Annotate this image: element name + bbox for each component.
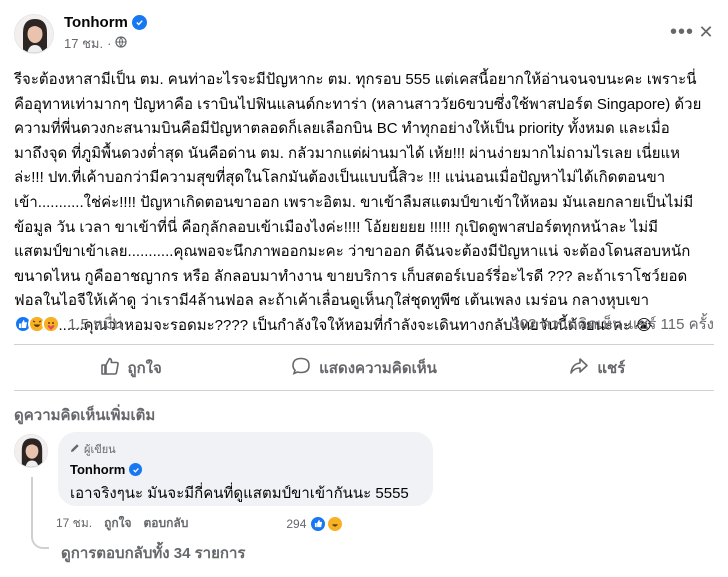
close-icon[interactable]: ✕ <box>696 18 716 46</box>
author-badge: ผู้เขียน <box>70 440 421 458</box>
globe-icon <box>115 36 128 51</box>
separator-dot: · <box>107 36 112 51</box>
like-label: ถูกใจ <box>127 360 162 377</box>
comment-time[interactable]: 17 ชม. <box>56 514 92 533</box>
care-reaction-icon <box>42 315 60 333</box>
comment-icon <box>291 356 311 380</box>
commenter-avatar[interactable] <box>14 434 48 468</box>
comment-author-name[interactable]: Tonhorm <box>70 462 125 477</box>
author-name[interactable]: Tonhorm <box>64 14 128 31</box>
comment-reaction-count: 294 <box>286 516 307 531</box>
view-replies-link[interactable]: ดูการตอบกลับทั้ง 34 รายการ <box>61 541 245 565</box>
comment-bubble: ผู้เขียน Tonhorm เอาจริงๆนะ มันจะมีกี่คน… <box>58 432 433 506</box>
author-badge-label: ผู้เขียน <box>84 444 116 456</box>
share-button[interactable]: แชร์ <box>481 350 714 386</box>
haha-reaction-icon <box>327 515 344 532</box>
view-more-comments[interactable]: ดูความคิดเห็นเพิ่มเติม <box>14 403 155 427</box>
like-button[interactable]: ถูกใจ <box>14 350 247 386</box>
author-avatar[interactable] <box>14 14 54 54</box>
post-actions: ถูกใจ แสดงความคิดเห็น แชร์ <box>14 350 714 386</box>
post-header: Tonhorm 17 ชม. · ••• ✕ <box>14 12 714 56</box>
divider <box>14 344 714 345</box>
share-icon <box>569 356 589 380</box>
share-label: แชร์ <box>597 360 626 377</box>
like-reaction-icon <box>310 515 327 532</box>
comment-reply-button[interactable]: ตอบกลับ <box>144 514 189 533</box>
like-icon <box>100 356 120 380</box>
comment-label: แสดงความคิดเห็น <box>319 360 437 377</box>
post-time[interactable]: 17 ชม. <box>64 33 103 54</box>
comment-count[interactable]: 302 ความคิดเห็น <box>511 312 622 336</box>
comment-actions: 17 ชม. ถูกใจ ตอบกลับ 294 <box>56 514 344 533</box>
comment-text: เอาจริงๆนะ มันจะมีกี่คนที่ดูแสตมป์ขาเข้า… <box>70 485 409 502</box>
verified-icon <box>129 463 143 476</box>
share-count[interactable]: แชร์ 115 ครั้ง <box>628 312 714 336</box>
comment-button[interactable]: แสดงความคิดเห็น <box>247 350 480 386</box>
reaction-icons[interactable] <box>14 315 60 333</box>
divider <box>14 390 714 391</box>
reaction-count[interactable]: 1.5 หมื่น <box>68 312 123 336</box>
comment-reactions[interactable]: 294 <box>286 515 344 532</box>
pencil-icon <box>70 443 80 456</box>
more-icon[interactable]: ••• <box>668 18 696 46</box>
avatar-image <box>15 15 53 53</box>
reactions-summary: 1.5 หมื่น 302 ความคิดเห็น แชร์ 115 ครั้ง <box>14 312 714 336</box>
reply-thread-line <box>31 477 49 549</box>
post-text: รีจะต้องหาสามีเป็น ตม. คนท่าอะไรจะมีปัญห… <box>14 71 702 334</box>
comment-like-button[interactable]: ถูกใจ <box>104 514 131 533</box>
verified-icon <box>131 15 147 30</box>
